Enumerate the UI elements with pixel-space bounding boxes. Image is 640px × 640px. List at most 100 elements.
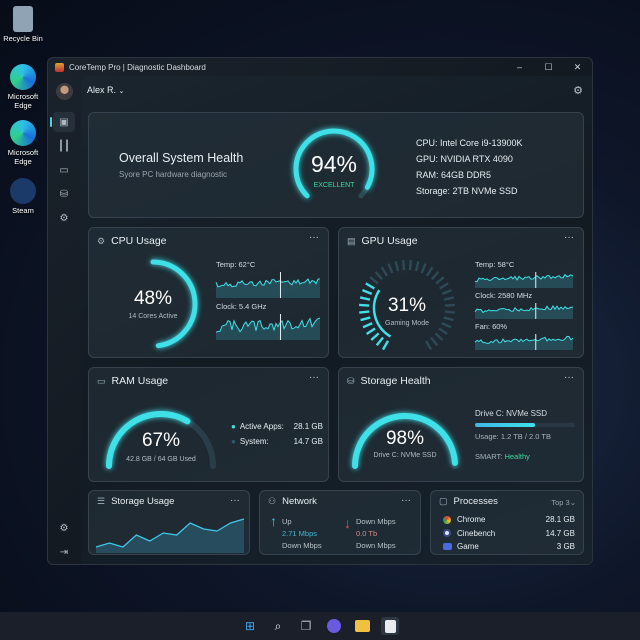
search-button[interactable]: ⌕	[269, 617, 287, 635]
settings-gear-icon[interactable]: ⚙	[573, 84, 583, 97]
more-options-button[interactable]: ···	[564, 372, 574, 383]
drive-usage-bar	[475, 423, 575, 427]
legend-value: 28.1 GB	[293, 422, 323, 431]
smart-status: Healthy	[504, 452, 530, 461]
process-row[interactable]: Cinebench 14.7 GB	[443, 527, 575, 541]
logout-icon: ⇥	[59, 546, 69, 558]
sparkline-area	[475, 274, 573, 288]
user-name: Alex R.	[87, 85, 117, 95]
more-options-button[interactable]: ···	[309, 232, 319, 243]
smart-label: SMART:	[475, 452, 503, 461]
process-row[interactable]: Game 3 GB	[443, 540, 575, 554]
avatar[interactable]	[56, 83, 73, 100]
sidebar-item-charts[interactable]: ┃┃	[53, 136, 75, 156]
process-name: Game	[457, 542, 479, 551]
legend-label: Active Apps:	[239, 422, 284, 431]
gear-icon: ⚙	[59, 212, 69, 224]
process-name: Chrome	[457, 515, 486, 524]
gauge-tick	[365, 327, 376, 335]
storage-health-sub: Drive C: NVMe SSD	[373, 452, 437, 459]
legend-dot: ●	[231, 437, 236, 446]
process-name: Cinebench	[457, 528, 496, 538]
sidebar-item-cpu[interactable]: ▣	[50, 112, 75, 132]
maximize-button[interactable]: ☐	[534, 62, 563, 73]
gpu-temp: Temp: 58°C	[475, 260, 515, 269]
more-options-button[interactable]: ···	[309, 372, 319, 383]
window-title: CoreTemp Pro | Diagnostic Dashboard	[69, 62, 206, 72]
memory-icon: ▭	[59, 164, 69, 176]
chat-button[interactable]	[325, 617, 343, 635]
file-explorer-button[interactable]	[353, 617, 371, 635]
drive-usage-fill	[475, 423, 535, 427]
stack-icon: ☰	[97, 496, 106, 506]
spec-ram: RAM: 64GB DDR5	[416, 170, 492, 180]
desktop-icon-edge-2[interactable]: Microsoft Edge	[2, 120, 44, 166]
memory-icon: ▭	[97, 375, 106, 386]
more-options-button[interactable]: ···	[564, 232, 574, 243]
coretemp-taskbar-button[interactable]	[381, 617, 399, 635]
card-title: RAM Usage	[111, 375, 169, 387]
desktop-icon-recycle-bin[interactable]: Recycle Bin	[2, 6, 44, 43]
recycle-bin-icon	[13, 6, 33, 32]
chip-icon: ▣	[59, 116, 69, 128]
filter-label: Top 3	[551, 498, 570, 507]
health-percent: 94%	[310, 151, 358, 177]
ram-sub: 42.8 GB / 64 GB Used	[126, 456, 196, 463]
gauge-tick	[370, 332, 380, 341]
legend-dot: ●	[231, 422, 236, 431]
drive-usage-text: Usage: 1.2 TB / 2.0 TB	[475, 432, 552, 441]
desktop-icon-steam[interactable]: Steam	[2, 178, 44, 215]
sidebar-item-storage[interactable]: ⛁	[53, 184, 75, 204]
task-view-button[interactable]: ❐	[297, 617, 315, 635]
process-value: 28.1 GB	[545, 515, 575, 524]
gauge-tick	[430, 270, 440, 281]
label: Microsoft Edge	[7, 148, 39, 166]
gpu-fan: Fan: 60%	[475, 322, 508, 331]
arrow-up-icon: ↑	[270, 513, 277, 529]
process-row[interactable]: Chrome 28.1 GB	[443, 513, 575, 527]
app-window: CoreTemp Pro | Diagnostic Dashboard – ☐ ✕ …	[47, 57, 593, 565]
cpu-clock: Clock: 5.4 GHz	[216, 302, 267, 311]
network-card: ⚇ Network ··· ↑ Up 2.71 Mbps Down Mbps ↓ …	[259, 490, 421, 555]
chart-icon: ┃┃	[57, 140, 71, 152]
gauge-tick	[414, 261, 420, 272]
sidebar-item-memory[interactable]: ▭	[53, 160, 75, 180]
network-icon: ⚇	[268, 496, 277, 506]
storage-usage-chart	[95, 518, 245, 553]
start-button[interactable]: ⊞	[241, 617, 259, 635]
arrow-down-icon: ↓	[344, 515, 351, 531]
close-button[interactable]: ✕	[563, 62, 592, 73]
chat-icon	[327, 619, 341, 633]
storage-usage-card: ☰ Storage Usage ···	[88, 490, 250, 555]
gauge-tick	[438, 327, 449, 335]
cpu-percent: 48%	[133, 288, 173, 309]
user-menu[interactable]: Alex R. ⌄	[87, 85, 124, 95]
drive-name: Drive C: NVMe SSD	[475, 409, 548, 418]
system-health-card: Overall System Health Syore PC hardware …	[88, 112, 584, 218]
settings-button[interactable]: ⚙	[53, 518, 75, 538]
ram-percent: 67%	[141, 430, 181, 451]
legend-value: 14.7 GB	[293, 437, 323, 446]
processes-card: ▢ Processes Top 3⌄ Chrome 28.1 GB Cinebenc…	[430, 490, 584, 555]
desktop-icon-edge[interactable]: Microsoft Edge	[2, 64, 44, 110]
minimize-button[interactable]: –	[505, 62, 534, 73]
gauge-tick	[434, 332, 444, 341]
logout-button[interactable]: ⇥	[53, 542, 75, 562]
sidebar-item-settings[interactable]: ⚙	[53, 208, 75, 228]
more-options-button[interactable]: ···	[230, 495, 240, 506]
database-icon: ⛁	[59, 188, 69, 200]
gamepad-icon	[443, 543, 452, 551]
gauge-tick	[441, 289, 453, 295]
edge-icon	[10, 64, 36, 90]
process-value: 14.7 GB	[545, 528, 575, 538]
card-title: CPU Usage	[111, 235, 167, 247]
more-options-button[interactable]: ···	[401, 495, 411, 506]
gauge-tick	[426, 266, 434, 277]
steam-icon	[10, 178, 36, 204]
gauge-tick	[369, 276, 379, 285]
storage-health-card: ⛁ Storage Health ··· 98% Drive C: NVMe SS…	[338, 367, 584, 482]
spec-storage: Storage: 2TB NVMe SSD	[416, 186, 518, 196]
app-icon	[384, 619, 396, 633]
process-filter-dropdown[interactable]: Top 3⌄	[551, 498, 576, 507]
storage-health-percent: 98%	[385, 428, 425, 449]
